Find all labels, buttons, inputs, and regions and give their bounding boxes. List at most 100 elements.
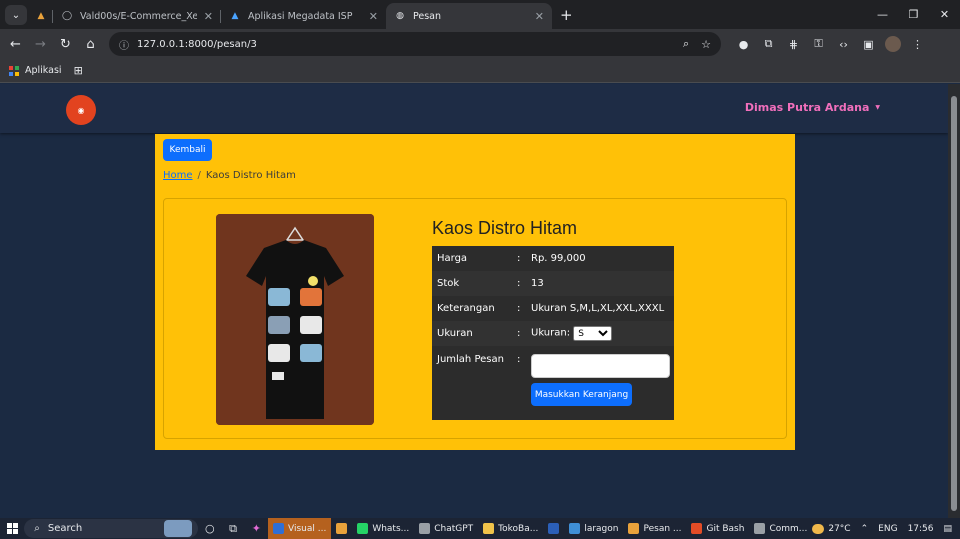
app-icon [336,523,348,534]
app-label: Pesan ... [643,523,682,534]
search-icon: ⌕ [34,523,40,534]
close-icon[interactable]: ✕ [369,10,378,23]
chevron-down-icon: ⌄ [11,9,21,21]
browser-toolbar: ← → ↻ ⌂ ⓘ 127.0.0.1:8000/pesan/3 ⌕ ☆ ● ⧉… [0,29,960,59]
close-icon[interactable]: ✕ [535,10,544,23]
search-label: Search [47,523,83,534]
home-icon[interactable]: ⌂ [78,37,103,52]
caret-down-icon: ▼ [875,104,880,111]
language-indicator[interactable]: ENG [878,524,897,534]
password-key-icon[interactable]: ⚿ [806,37,831,51]
taskbar-app-1[interactable] [331,518,352,539]
side-panel-icon[interactable]: ▣ [856,38,881,51]
user-name: Dimas Putra Ardana [744,101,870,114]
row-label: Ukuran [437,328,473,339]
browser-tab-megadata[interactable]: ▲ Aplikasi Megadata ISP ✕ [221,3,386,29]
breadcrumb: Home / Kaos Distro Hitam [163,170,296,181]
detail-row-size: Ukuran : Ukuran: S [432,321,674,346]
restore-icon[interactable]: ❐ [898,0,929,29]
breadcrumb-current: Kaos Distro Hitam [205,170,296,181]
bookmark-star-icon[interactable]: ☆ [701,38,711,51]
close-icon[interactable]: ✕ [204,10,213,23]
site-logo[interactable]: ◉ [66,95,96,125]
megadata-icon: ▲ [231,11,239,21]
taskbar-app-7[interactable]: Pesan ... [623,518,686,539]
tab-title: Vald00s/E-Commerce_Xendit: A [80,10,197,22]
quantity-box: Masukkan Keranjang [531,354,670,419]
temperature: 27°C [828,523,851,534]
browser-tab-github[interactable]: ◯ Vald00s/E-Commerce_Xendit: A ✕ [53,3,221,29]
app-label: Visual ... [288,523,327,534]
row-colon: : [517,328,521,339]
taskbar-app-2[interactable]: Whats... [352,518,414,539]
app-label: Comm... [769,523,808,534]
detail-row-description: Keterangan : Ukuran S,M,L,XL,XXL,XXXL [432,296,674,321]
devtools-icon[interactable]: ⋕ [781,38,806,51]
notification-icon[interactable]: ▤ [944,524,953,534]
search-highlight-image [164,520,193,537]
taskbar-app-4[interactable]: TokoBa... [478,518,543,539]
app-label: laragon [584,523,619,534]
taskbar-app-8[interactable]: Git Bash [686,518,749,539]
app-icon [628,523,640,534]
row-colon: : [517,278,521,289]
code-icon[interactable]: ‹› [831,38,856,51]
app-icon [419,523,431,534]
page-scrollbar[interactable] [948,84,960,518]
scrollbar-thumb[interactable] [951,96,957,511]
taskbar-app-5[interactable] [543,518,564,539]
back-arrow-icon[interactable]: ← [3,37,28,52]
product-title: Kaos Distro Hitam [432,218,578,238]
row-colon: : [517,354,521,365]
start-button[interactable] [0,523,24,534]
extensions-puzzle-icon[interactable]: ⧉ [756,37,781,51]
taskbar-search[interactable]: ⌕ Search [24,519,199,538]
chevron-up-icon[interactable]: ⌃ [861,524,869,534]
menu-dots-icon[interactable]: ⋮ [905,38,930,51]
extension-circle-icon[interactable]: ● [731,38,756,51]
profile-avatar[interactable] [885,36,901,52]
new-tab-button[interactable]: + [560,6,573,24]
back-button[interactable]: Kembali [163,139,212,161]
minimize-icon[interactable]: — [867,0,898,29]
product-card: Kaos Distro Hitam Harga : Rp. 99,000 Sto… [163,198,787,439]
taskbar-app-0[interactable]: Visual ... [268,518,332,539]
browser-tab-pesan[interactable]: ◍ Pesan ✕ [386,3,552,29]
app-icon [548,523,560,534]
taskbar-apps: Visual ... Whats... ChatGPT TokoBa... larago… [268,518,812,539]
reload-icon[interactable]: ↻ [53,37,78,52]
window-controls: — ❐ ✕ [867,0,960,29]
weather-widget[interactable]: 27°C [812,523,851,534]
tab-search-button[interactable]: ⌄ [5,5,27,25]
github-icon: ◯ [61,11,73,21]
grid-icon[interactable]: ⊞ [74,64,83,77]
laragon-icon: ▲ [37,11,45,21]
size-select[interactable]: S [573,326,613,341]
address-bar[interactable]: ⓘ 127.0.0.1:8000/pesan/3 ⌕ ☆ [109,32,721,56]
app-icon [273,523,284,534]
site-info-icon[interactable]: ⓘ [119,37,129,52]
close-window-icon[interactable]: ✕ [929,0,960,29]
size-value: Ukuran: S [531,326,674,341]
user-dropdown[interactable]: Dimas Putra Ardana ▼ [745,101,880,114]
quantity-input[interactable] [531,354,670,378]
add-to-cart-button[interactable]: Masukkan Keranjang [531,383,632,406]
clock[interactable]: 17:56 [908,524,934,534]
tab-title: Aplikasi Megadata ISP [248,10,353,22]
cortana-icon[interactable]: ○ [198,522,221,535]
taskbar-app-9[interactable]: Comm... [749,518,812,539]
bookmarks-bar: Aplikasi ⊞ [0,59,960,83]
row-colon: : [517,253,521,264]
browser-tab-strip: ⌄ ▲ ◯ Vald00s/E-Commerce_Xendit: A ✕ ▲ A… [0,0,960,29]
copilot-icon[interactable]: ✦ [245,522,268,535]
windows-icon [6,523,18,534]
task-view-icon[interactable]: ⧉ [221,522,244,536]
toolbar-actions: ● ⧉ ⋕ ⚿ ‹› ▣ ⋮ [731,36,930,52]
taskbar-app-3[interactable]: ChatGPT [414,518,478,539]
browser-tab-laragon[interactable]: ▲ [27,3,53,29]
breadcrumb-home[interactable]: Home [163,170,193,181]
zoom-icon[interactable]: ⌕ [683,37,689,51]
bookmark-apps[interactable]: Aplikasi [25,65,62,76]
taskbar-app-6[interactable]: laragon [564,518,623,539]
forward-arrow-icon[interactable]: → [28,37,53,52]
